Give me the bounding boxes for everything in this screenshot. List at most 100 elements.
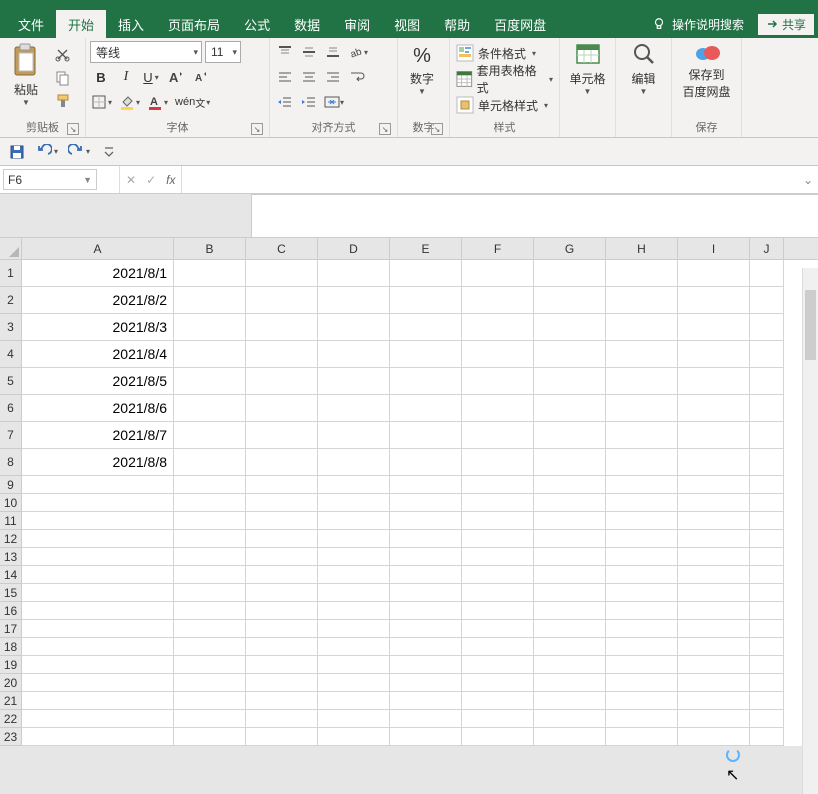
tab-help[interactable]: 帮助: [432, 10, 482, 38]
editing-button[interactable]: 编辑 ▼: [620, 41, 667, 96]
cell-I12[interactable]: [678, 530, 750, 548]
cell-B21[interactable]: [174, 692, 246, 710]
cell-B10[interactable]: [174, 494, 246, 512]
cell-D5[interactable]: [318, 368, 390, 395]
save-button[interactable]: [6, 141, 28, 163]
cell-C14[interactable]: [246, 566, 318, 584]
cell-C6[interactable]: [246, 395, 318, 422]
row-header-19[interactable]: 19: [0, 656, 22, 674]
undo-button[interactable]: ▾: [34, 141, 60, 163]
cell-G19[interactable]: [534, 656, 606, 674]
cell-J7[interactable]: [750, 422, 784, 449]
cell-F23[interactable]: [462, 728, 534, 746]
dialog-launcher-icon[interactable]: ↘: [379, 123, 391, 135]
cell-D21[interactable]: [318, 692, 390, 710]
tell-me-search[interactable]: 操作说明搜索: [642, 16, 754, 33]
row-header-11[interactable]: 11: [0, 512, 22, 530]
cell-C1[interactable]: [246, 260, 318, 287]
cell-H6[interactable]: [606, 395, 678, 422]
tab-formula[interactable]: 公式: [232, 10, 282, 38]
cell-E8[interactable]: [390, 449, 462, 476]
cell-I15[interactable]: [678, 584, 750, 602]
cell-F19[interactable]: [462, 656, 534, 674]
row-header-20[interactable]: 20: [0, 674, 22, 692]
cell-D20[interactable]: [318, 674, 390, 692]
cell-A1[interactable]: 2021/8/1: [22, 260, 174, 287]
cell-F21[interactable]: [462, 692, 534, 710]
cell-I13[interactable]: [678, 548, 750, 566]
cell-I14[interactable]: [678, 566, 750, 584]
paste-button[interactable]: 粘贴 ▼: [4, 41, 48, 107]
cell-D4[interactable]: [318, 341, 390, 368]
cell-H14[interactable]: [606, 566, 678, 584]
cell-D11[interactable]: [318, 512, 390, 530]
cell-B9[interactable]: [174, 476, 246, 494]
cell-E1[interactable]: [390, 260, 462, 287]
cell-H19[interactable]: [606, 656, 678, 674]
cell-G11[interactable]: [534, 512, 606, 530]
cell-J18[interactable]: [750, 638, 784, 656]
cell-A11[interactable]: [22, 512, 174, 530]
cell-G2[interactable]: [534, 287, 606, 314]
cell-F18[interactable]: [462, 638, 534, 656]
font-name-select[interactable]: 等线▾: [90, 41, 202, 63]
cell-A13[interactable]: [22, 548, 174, 566]
cell-B5[interactable]: [174, 368, 246, 395]
cell-H5[interactable]: [606, 368, 678, 395]
cell-J13[interactable]: [750, 548, 784, 566]
cell-H22[interactable]: [606, 710, 678, 728]
cell-A19[interactable]: [22, 656, 174, 674]
cell-A17[interactable]: [22, 620, 174, 638]
cell-I1[interactable]: [678, 260, 750, 287]
cell-D6[interactable]: [318, 395, 390, 422]
cell-F12[interactable]: [462, 530, 534, 548]
redo-button[interactable]: ▾: [66, 141, 92, 163]
name-box[interactable]: F6▼: [3, 169, 97, 190]
font-color-button[interactable]: A▾: [145, 91, 170, 113]
col-header-I[interactable]: I: [678, 238, 750, 259]
row-header-8[interactable]: 8: [0, 449, 22, 476]
cell-G15[interactable]: [534, 584, 606, 602]
cell-H16[interactable]: [606, 602, 678, 620]
cell-A7[interactable]: 2021/8/7: [22, 422, 174, 449]
cell-A23[interactable]: [22, 728, 174, 746]
cell-H11[interactable]: [606, 512, 678, 530]
cell-E22[interactable]: [390, 710, 462, 728]
cell-I22[interactable]: [678, 710, 750, 728]
cell-I4[interactable]: [678, 341, 750, 368]
cell-C4[interactable]: [246, 341, 318, 368]
cell-J10[interactable]: [750, 494, 784, 512]
cell-C21[interactable]: [246, 692, 318, 710]
save-baidu-button[interactable]: 保存到 百度网盘: [676, 41, 737, 100]
cell-D8[interactable]: [318, 449, 390, 476]
cell-G5[interactable]: [534, 368, 606, 395]
cell-D9[interactable]: [318, 476, 390, 494]
cell-G20[interactable]: [534, 674, 606, 692]
cell-A15[interactable]: [22, 584, 174, 602]
cell-C8[interactable]: [246, 449, 318, 476]
cell-H8[interactable]: [606, 449, 678, 476]
dialog-launcher-icon[interactable]: ↘: [431, 123, 443, 135]
dialog-launcher-icon[interactable]: ↘: [251, 123, 263, 135]
cell-A20[interactable]: [22, 674, 174, 692]
cell-E17[interactable]: [390, 620, 462, 638]
select-all-corner[interactable]: [0, 238, 22, 259]
cell-I18[interactable]: [678, 638, 750, 656]
cell-F6[interactable]: [462, 395, 534, 422]
cell-G10[interactable]: [534, 494, 606, 512]
cell-C19[interactable]: [246, 656, 318, 674]
tab-baidu[interactable]: 百度网盘: [482, 10, 558, 38]
cell-B12[interactable]: [174, 530, 246, 548]
cell-A22[interactable]: [22, 710, 174, 728]
row-header-2[interactable]: 2: [0, 287, 22, 314]
cells-button[interactable]: 单元格 ▼: [564, 41, 611, 96]
cell-C3[interactable]: [246, 314, 318, 341]
cell-G14[interactable]: [534, 566, 606, 584]
cell-D1[interactable]: [318, 260, 390, 287]
cell-A14[interactable]: [22, 566, 174, 584]
borders-button[interactable]: ▾: [90, 91, 114, 113]
increase-font-button[interactable]: A: [165, 66, 187, 88]
tab-data[interactable]: 数据: [282, 10, 332, 38]
row-header-1[interactable]: 1: [0, 260, 22, 287]
cell-G23[interactable]: [534, 728, 606, 746]
